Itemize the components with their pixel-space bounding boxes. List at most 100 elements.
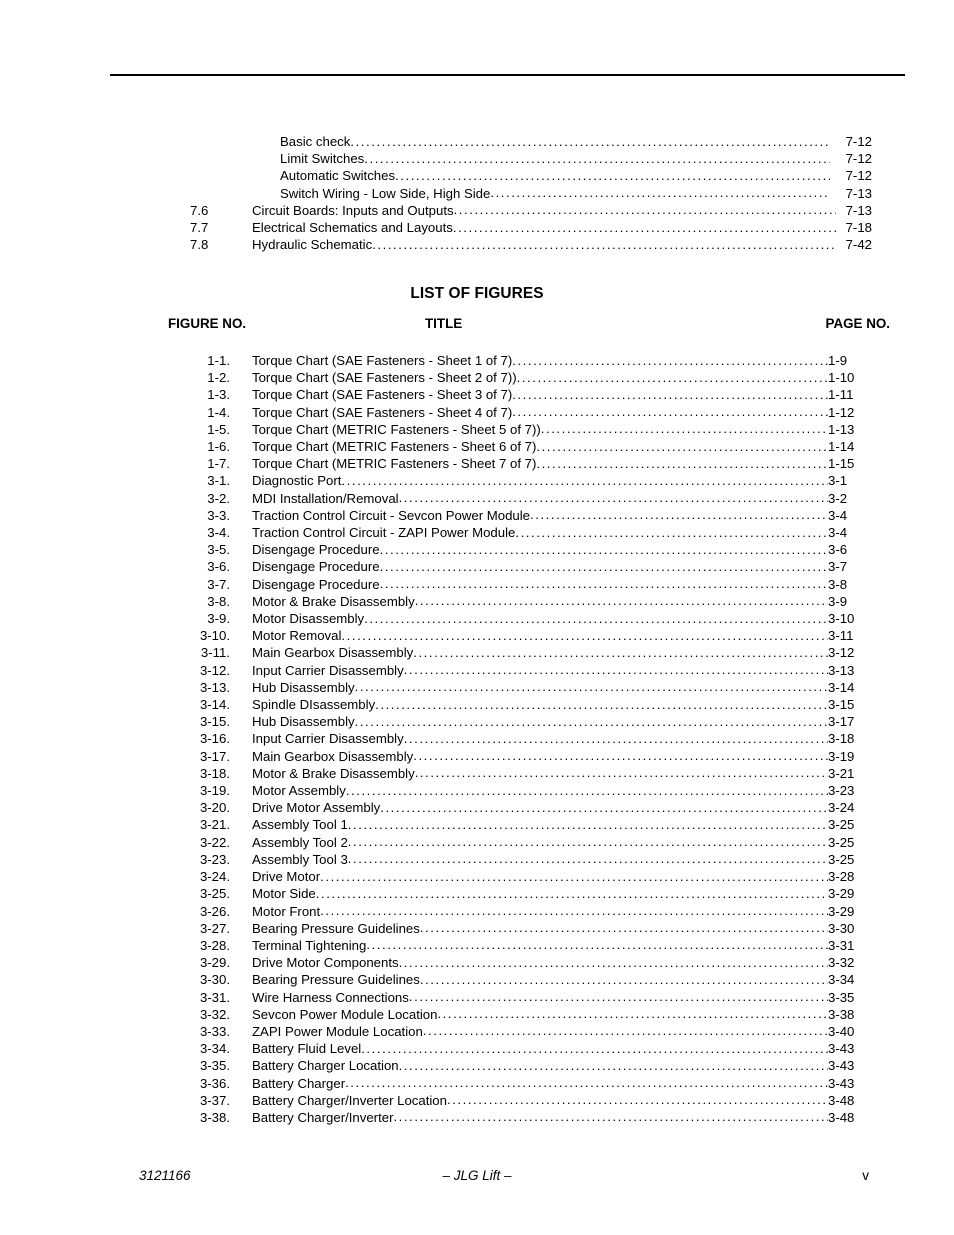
figure-entry-title: Torque Chart (METRIC Fasteners - Sheet 7… bbox=[252, 456, 537, 472]
toc-entry-page-number: 7-12 bbox=[845, 168, 872, 184]
figure-entry-page-number: 3-40 bbox=[828, 1023, 855, 1039]
figure-entry-title: Main Gearbox Disassembly bbox=[252, 645, 414, 661]
figure-entry-page-number: 3-2 bbox=[828, 490, 848, 506]
figure-entry-row: 3-5. Disengage Procedure 3-6 bbox=[0, 541, 954, 558]
dot-leader bbox=[341, 472, 828, 489]
figure-entry-row: 3-10. Motor Removal 3-11 bbox=[0, 627, 954, 644]
figure-entry-number: 3-32. bbox=[199, 1006, 230, 1022]
figure-entry-page-number: 3-10 bbox=[828, 611, 855, 627]
figure-entry-row: 3-21. Assembly Tool 1 3-25 bbox=[0, 816, 954, 833]
figure-entry-page-number: 3-29 bbox=[828, 886, 855, 902]
dot-leader bbox=[517, 369, 828, 386]
dot-leader bbox=[364, 610, 828, 627]
toc-entry-page-number: 7-12 bbox=[845, 134, 872, 149]
figure-entry-row: 3-31. Wire Harness Connections 3-35 bbox=[0, 989, 954, 1006]
figure-entry-title: Terminal Tightening bbox=[252, 937, 367, 953]
toc-entry-page-number: 7-18 bbox=[845, 220, 872, 236]
figure-entry-number: 3-17. bbox=[199, 748, 230, 764]
figure-entry-title: Motor Front bbox=[252, 903, 321, 919]
toc-entry-number: 7.6 bbox=[190, 202, 209, 218]
figure-entry-title: Motor & Brake Disassembly bbox=[252, 593, 415, 609]
column-header-title: TITLE bbox=[425, 316, 463, 331]
toc-entry-row: Basic check 7-12 bbox=[0, 133, 954, 150]
figure-entry-row: 1-5. Torque Chart (METRIC Fasteners - She… bbox=[0, 421, 954, 438]
dot-leader bbox=[375, 696, 828, 713]
figure-entry-page-number: 3-34 bbox=[828, 972, 855, 988]
toc-entry-number: 7.8 bbox=[190, 237, 209, 253]
figure-entry-page-number: 3-43 bbox=[828, 1041, 855, 1057]
dot-leader bbox=[395, 167, 830, 184]
figure-entry-row: 3-18. Motor & Brake Disassembly 3-21 bbox=[0, 765, 954, 782]
dot-leader bbox=[413, 747, 828, 764]
figure-entry-number: 3-37. bbox=[199, 1092, 230, 1108]
dot-leader bbox=[453, 219, 836, 236]
figure-entry-title: Drive Motor bbox=[252, 869, 321, 885]
figure-entry-number: 3-33. bbox=[199, 1023, 230, 1039]
toc-entry-page-number: 7-13 bbox=[845, 202, 872, 218]
figure-entry-row: 3-27. Bearing Pressure Guidelines 3-30 bbox=[0, 920, 954, 937]
figure-entry-title: Torque Chart (METRIC Fasteners - Sheet 5… bbox=[252, 421, 541, 437]
dot-leader bbox=[512, 403, 828, 420]
figure-entry-number: 3-27. bbox=[199, 920, 230, 936]
dot-leader bbox=[404, 661, 828, 678]
figure-entry-row: 3-15. Hub Disassembly 3-17 bbox=[0, 713, 954, 730]
figure-entry-page-number: 3-25 bbox=[828, 834, 855, 850]
figure-entry-page-number: 3-13 bbox=[828, 662, 855, 678]
figure-entry-page-number: 3-11 bbox=[828, 628, 854, 644]
figure-entry-row: 3-1. Diagnostic Port 3-1 bbox=[0, 472, 954, 489]
figure-entry-row: 1-2. Torque Chart (SAE Fasteners - Sheet … bbox=[0, 369, 954, 386]
figure-entry-page-number: 1-11 bbox=[828, 387, 854, 403]
figure-entry-title: Motor Assembly bbox=[252, 783, 346, 799]
dot-leader bbox=[437, 1005, 828, 1022]
figure-entry-title: Bearing Pressure Guidelines bbox=[252, 920, 420, 936]
figure-entry-row: 3-20. Drive Motor Assembly 3-24 bbox=[0, 799, 954, 816]
figure-entry-number: 1-2. bbox=[207, 370, 230, 386]
figure-entry-page-number: 3-32 bbox=[828, 955, 855, 971]
dot-leader bbox=[399, 489, 828, 506]
dot-leader bbox=[380, 541, 828, 558]
dot-leader bbox=[348, 833, 828, 850]
figure-entry-title: Torque Chart (SAE Fasteners - Sheet 1 of… bbox=[252, 353, 513, 368]
figure-entry-number: 3-11. bbox=[200, 645, 230, 661]
dot-leader bbox=[320, 902, 828, 919]
figure-entry-row: 3-6. Disengage Procedure 3-7 bbox=[0, 558, 954, 575]
figure-entry-number: 3-29. bbox=[199, 955, 230, 971]
figure-entry-page-number: 3-18 bbox=[828, 731, 855, 747]
figure-entry-row: 3-36. Battery Charger 3-43 bbox=[0, 1075, 954, 1092]
manual-page: Basic check7-12Limit Switches7-12Automat… bbox=[0, 0, 954, 1235]
figure-entry-number: 1-4. bbox=[207, 404, 230, 420]
figure-entry-page-number: 1-15 bbox=[828, 456, 855, 472]
figure-entry-number: 3-9. bbox=[207, 611, 230, 627]
figure-entry-row: 3-8. Motor & Brake Disassembly 3-9 bbox=[0, 593, 954, 610]
figure-entry-page-number: 3-6 bbox=[828, 542, 848, 558]
figure-entry-number: 3-8. bbox=[207, 593, 230, 609]
toc-entry-title: Hydraulic Schematic bbox=[252, 237, 373, 253]
header-divider-rule bbox=[110, 74, 905, 76]
dot-leader bbox=[355, 678, 828, 695]
figure-entry-row: 3-24. Drive Motor 3-28 bbox=[0, 868, 954, 885]
figure-entry-row: 3-4. Traction Control Circuit - ZAPI Powe… bbox=[0, 524, 954, 541]
figure-entry-number: 3-24. bbox=[199, 869, 230, 885]
figure-entry-row: 1-1. Torque Chart (SAE Fasteners - Sheet … bbox=[0, 352, 954, 369]
figure-entry-row: 3-34. Battery Fluid Level 3-43 bbox=[0, 1040, 954, 1057]
figure-entry-number: 3-16. bbox=[199, 731, 230, 747]
figure-entry-number: 3-4. bbox=[207, 525, 230, 541]
figure-entry-title: Main Gearbox Disassembly bbox=[252, 748, 414, 764]
figure-entry-row: 1-4. Torque Chart (SAE Fasteners - Sheet … bbox=[0, 404, 954, 421]
figure-entry-number: 3-21. bbox=[199, 817, 230, 833]
figure-entry-row: 3-38. Battery Charger/Inverter 3-48 bbox=[0, 1109, 954, 1126]
toc-entry-page-number: 7-12 bbox=[845, 151, 872, 167]
figure-entry-page-number: 3-21 bbox=[828, 765, 855, 781]
dot-leader bbox=[341, 627, 828, 644]
figure-entry-page-number: 3-23 bbox=[828, 783, 855, 799]
figure-entry-row: 3-30. Bearing Pressure Guidelines 3-34 bbox=[0, 971, 954, 988]
figure-entry-number: 3-36. bbox=[199, 1075, 230, 1091]
toc-entry-row: 7.6 Circuit Boards: Inputs and Outputs 7-1… bbox=[0, 202, 954, 219]
figure-entry-row: 3-25. Motor Side 3-29 bbox=[0, 885, 954, 902]
dot-leader bbox=[320, 868, 828, 885]
figure-entry-title: Assembly Tool 2 bbox=[252, 834, 348, 850]
figure-entry-number: 3-3. bbox=[207, 507, 230, 523]
figure-entry-number: 3-7. bbox=[207, 576, 230, 592]
figure-entry-number: 3-35. bbox=[199, 1058, 230, 1074]
figure-entry-page-number: 3-15 bbox=[828, 697, 855, 713]
